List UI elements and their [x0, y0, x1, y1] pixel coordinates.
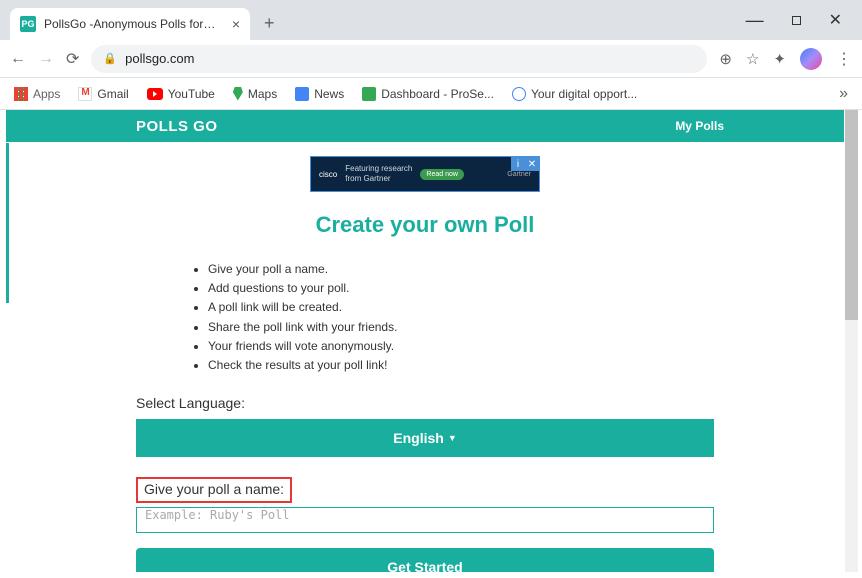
site-header: POLLS GO My Polls	[6, 110, 844, 142]
maps-icon	[233, 87, 243, 101]
youtube-icon	[147, 88, 163, 100]
browser-tab-bar: PG PollsGo -Anonymous Polls for W × +	[0, 0, 862, 40]
bookmark-apps[interactable]: Apps	[14, 87, 60, 101]
site-logo[interactable]: POLLS GO	[136, 118, 218, 135]
instruction-item: Share the poll link with your friends.	[208, 318, 714, 337]
ad-text: Featuring researchfrom Gartner	[345, 164, 412, 183]
instructions-list: Give your poll a name. Add questions to …	[136, 260, 714, 375]
bookmark-youtube[interactable]: YouTube	[147, 87, 215, 101]
apps-icon	[14, 87, 28, 101]
bookmarks-bar: Apps Gmail YouTube Maps News Dashboard -…	[0, 78, 862, 110]
window-close-icon[interactable]: ✕	[829, 10, 842, 30]
select-language-label: Select Language:	[136, 395, 714, 411]
browser-tab[interactable]: PG PollsGo -Anonymous Polls for W ×	[10, 8, 250, 40]
bookmark-label: Dashboard - ProSe...	[381, 87, 494, 101]
language-value: English	[393, 430, 444, 446]
bookmark-maps[interactable]: Maps	[233, 87, 277, 101]
chevron-down-icon: ▼	[448, 433, 457, 443]
ad-cta-button[interactable]: Read now	[420, 169, 464, 180]
profile-avatar[interactable]	[800, 48, 822, 70]
window-minimize-icon[interactable]: —	[746, 10, 764, 31]
ad-info-icon[interactable]: i	[511, 157, 525, 171]
favicon-icon: PG	[20, 16, 36, 32]
zoom-icon[interactable]: ⊕	[719, 50, 732, 68]
poll-name-label: Give your poll a name:	[144, 481, 284, 497]
back-button[interactable]: ←	[10, 50, 26, 68]
news-icon	[295, 87, 309, 101]
bookmark-gmail[interactable]: Gmail	[78, 87, 128, 101]
window-controls: — ✕	[746, 0, 862, 40]
ad-banner[interactable]: i ✕ cisco Featuring researchfrom Gartner…	[310, 156, 540, 192]
bookmark-label: Maps	[248, 87, 277, 101]
left-accent-strip	[6, 143, 9, 303]
lock-icon: 🔒	[103, 52, 117, 65]
bookmark-news[interactable]: News	[295, 87, 344, 101]
my-polls-link[interactable]: My Polls	[675, 119, 724, 133]
gmail-icon	[78, 87, 92, 101]
scrollbar[interactable]	[845, 110, 858, 572]
extensions-icon[interactable]: ✦	[773, 50, 786, 68]
get-started-button[interactable]: Get Started	[136, 548, 714, 572]
instruction-item: Add questions to your poll.	[208, 279, 714, 298]
poll-name-input[interactable]	[136, 507, 714, 533]
bookmark-digital[interactable]: Your digital opport...	[512, 87, 637, 101]
instruction-item: Give your poll a name.	[208, 260, 714, 279]
star-icon[interactable]: ☆	[746, 50, 759, 68]
ad-partner: Gartner	[507, 171, 531, 178]
instruction-item: Check the results at your poll link!	[208, 356, 714, 375]
url-text: pollsgo.com	[125, 51, 194, 66]
bookmark-label: News	[314, 87, 344, 101]
instruction-item: Your friends will vote anonymously.	[208, 337, 714, 356]
new-tab-button[interactable]: +	[264, 13, 275, 34]
bookmark-label: Gmail	[97, 87, 128, 101]
dashboard-icon	[362, 87, 376, 101]
ad-close-icon[interactable]: ✕	[525, 157, 539, 171]
bookmark-label: YouTube	[168, 87, 215, 101]
page-content: POLLS GO My Polls i ✕ cisco Featuring re…	[6, 110, 844, 572]
page-heading: Create your own Poll	[136, 212, 714, 238]
bookmark-label: Your digital opport...	[531, 87, 637, 101]
forward-button[interactable]: →	[38, 50, 54, 68]
menu-icon[interactable]: ⋮	[836, 49, 852, 69]
tab-close-icon[interactable]: ×	[232, 16, 240, 32]
address-bar: ← → ⟳ 🔒 pollsgo.com ⊕ ☆ ✦ ⋮	[0, 40, 862, 78]
url-input[interactable]: 🔒 pollsgo.com	[91, 45, 707, 73]
bookmark-label: Apps	[33, 87, 60, 101]
tab-title: PollsGo -Anonymous Polls for W	[44, 17, 218, 31]
poll-name-highlight: Give your poll a name:	[136, 477, 292, 503]
bookmark-dashboard[interactable]: Dashboard - ProSe...	[362, 87, 494, 101]
language-dropdown[interactable]: English ▼	[136, 419, 714, 457]
ad-brand: cisco	[319, 170, 337, 179]
bookmarks-overflow-icon[interactable]: »	[839, 85, 848, 103]
reload-button[interactable]: ⟳	[66, 49, 79, 69]
google-icon	[512, 87, 526, 101]
instruction-item: A poll link will be created.	[208, 298, 714, 317]
window-maximize-icon[interactable]	[792, 16, 801, 25]
scrollbar-thumb[interactable]	[845, 110, 858, 320]
